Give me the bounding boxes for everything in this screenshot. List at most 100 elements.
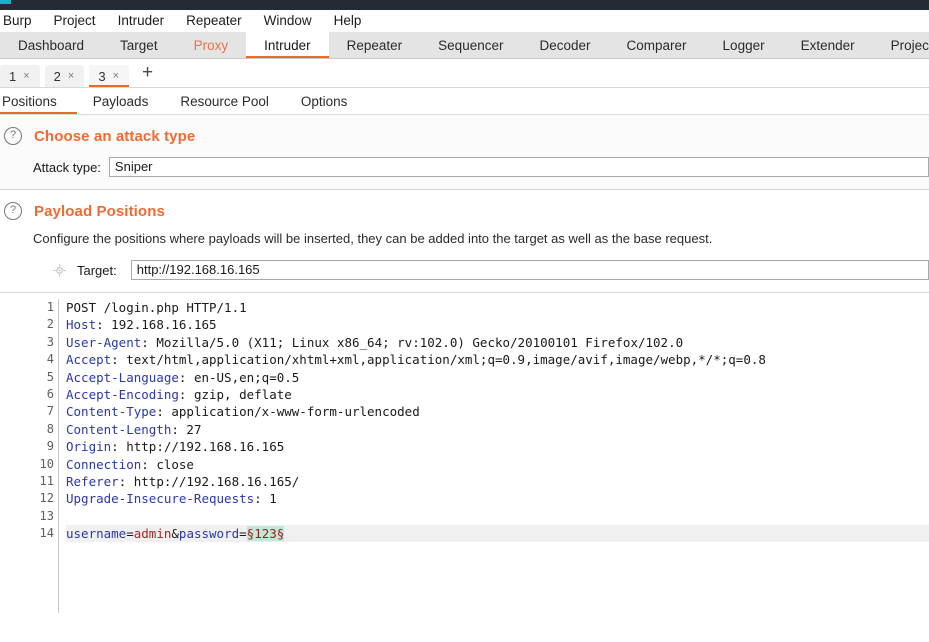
body-param-value: admin — [133, 526, 172, 542]
tab-payloads[interactable]: Payloads — [77, 88, 165, 114]
header-name: User-Agent — [66, 334, 142, 350]
target-label: Target: — [77, 262, 117, 278]
main-tab-comparer[interactable]: Comparer — [609, 32, 705, 58]
header-value: 192.168.16.165 — [103, 317, 217, 333]
header-line: Accept: text/html,application/xhtml+xml,… — [66, 352, 766, 368]
body-param-name: password — [178, 526, 240, 542]
window-titlebar — [0, 0, 929, 10]
header-name: Content-Length — [66, 421, 172, 437]
menu-bar: Burp Project Intruder Repeater Window He… — [0, 10, 929, 32]
titlebar-accent-marker — [0, 0, 11, 4]
attack-tab-2-label: 2 — [53, 68, 61, 84]
line-number: 7 — [46, 404, 54, 419]
main-tab-sequencer[interactable]: Sequencer — [420, 32, 521, 58]
header-value: application/x-www-form-urlencoded — [163, 404, 420, 420]
header-value: close — [148, 456, 194, 472]
main-tab-logger[interactable]: Logger — [705, 32, 783, 58]
header-name: Referer — [66, 473, 119, 489]
close-icon[interactable]: × — [113, 70, 119, 82]
attack-tab-1[interactable]: 1 × — [0, 65, 40, 87]
payload-positions-title: Payload Positions — [34, 202, 165, 220]
line-number: 3 — [46, 334, 54, 349]
payload-position-marker[interactable]: §123§ — [246, 526, 285, 542]
main-tab-project-options[interactable]: Project options — [873, 32, 929, 58]
attack-type-select[interactable] — [108, 157, 929, 177]
tab-positions[interactable]: Positions — [0, 88, 77, 114]
main-tab-proxy[interactable]: Proxy — [176, 32, 247, 58]
line-number: 4 — [46, 352, 54, 367]
payload-positions-panel: ? Payload Positions Configure the positi… — [0, 190, 929, 293]
main-tab-extender[interactable]: Extender — [783, 32, 873, 58]
body-separator: & — [171, 526, 179, 542]
line-number: 9 — [46, 439, 54, 454]
attack-tab-3[interactable]: 3 × — [89, 65, 130, 87]
header-value: 27 — [178, 421, 202, 437]
header-value: http://192.168.16.165 — [118, 439, 285, 455]
crosshair-icon — [53, 263, 66, 277]
payload-positions-description: Configure the positions where payloads w… — [33, 231, 713, 246]
header-value: gzip, deflate — [186, 386, 292, 402]
help-icon[interactable]: ? — [4, 202, 22, 220]
tab-options[interactable]: Options — [285, 88, 364, 114]
close-icon[interactable]: × — [68, 70, 74, 82]
header-value: http://192.168.16.165/ — [126, 473, 300, 489]
header-line: Accept-Encoding: gzip, deflate — [66, 386, 292, 402]
help-icon[interactable]: ? — [4, 127, 22, 145]
body-equals: = — [239, 526, 247, 542]
menu-item-repeater[interactable]: Repeater — [175, 10, 253, 32]
main-tab-decoder[interactable]: Decoder — [521, 32, 608, 58]
line-number: 14 — [39, 526, 54, 541]
menu-item-window[interactable]: Window — [253, 10, 323, 32]
request-body-line[interactable]: username=admin&password=§123§ — [66, 525, 929, 543]
request-editor[interactable]: 1 2 3 4 5 6 7 8 9 10 11 12 13 14 POST /l… — [0, 293, 929, 613]
line-number: 8 — [46, 421, 54, 436]
menu-item-intruder[interactable]: Intruder — [107, 10, 176, 32]
target-input[interactable] — [130, 260, 929, 280]
main-tab-target[interactable]: Target — [102, 32, 176, 58]
line-number: 2 — [46, 317, 54, 332]
menu-item-help[interactable]: Help — [323, 10, 373, 32]
intruder-sub-tab-bar: Positions Payloads Resource Pool Options — [0, 88, 929, 115]
line-number: 1 — [46, 300, 54, 314]
header-name: Accept — [66, 352, 112, 368]
attack-tab-2[interactable]: 2 × — [44, 65, 85, 87]
request-code[interactable]: POST /login.php HTTP/1.1 Host: 192.168.1… — [59, 299, 929, 613]
main-tab-repeater[interactable]: Repeater — [329, 32, 421, 58]
line-number: 11 — [39, 473, 54, 488]
header-name: Accept-Encoding — [66, 386, 179, 402]
main-tab-intruder[interactable]: Intruder — [246, 32, 329, 58]
close-icon[interactable]: × — [23, 70, 29, 82]
header-value: en-US,en;q=0.5 — [186, 369, 300, 385]
header-line: Host: 192.168.16.165 — [66, 317, 217, 333]
attack-type-field-row: Attack type: — [0, 157, 929, 177]
line-number: 10 — [39, 456, 54, 471]
header-value: 1 — [261, 491, 277, 507]
attack-tab-3-label: 3 — [98, 68, 106, 84]
header-name: Accept-Language — [66, 369, 179, 385]
body-equals: = — [126, 526, 134, 542]
menu-item-project[interactable]: Project — [43, 10, 107, 32]
main-tab-bar: Dashboard Target Proxy Intruder Repeater… — [0, 32, 929, 59]
target-field-row: Target: — [0, 260, 929, 280]
attack-tab-1-label: 1 — [9, 68, 17, 84]
line-number: 6 — [46, 386, 54, 401]
header-line: User-Agent: Mozilla/5.0 (X11; Linux x86_… — [66, 334, 684, 350]
header-line: Connection: close — [66, 456, 194, 472]
header-value: text/html,application/xhtml+xml,applicat… — [118, 352, 766, 368]
add-tab-icon[interactable]: + — [134, 63, 161, 84]
header-value: Mozilla/5.0 (X11; Linux x86_64; rv:102.0… — [148, 334, 684, 350]
attack-type-title: Choose an attack type — [34, 127, 196, 145]
tab-resource-pool[interactable]: Resource Pool — [164, 88, 285, 114]
main-tab-dashboard[interactable]: Dashboard — [0, 32, 102, 58]
line-number-gutter: 1 2 3 4 5 6 7 8 9 10 11 12 13 14 — [31, 299, 59, 613]
header-line: Origin: http://192.168.16.165 — [66, 439, 285, 455]
header-line: Accept-Language: en-US,en;q=0.5 — [66, 369, 300, 385]
header-name: Content-Type — [66, 404, 157, 420]
header-name: Origin — [66, 439, 112, 455]
header-line: Content-Type: application/x-www-form-url… — [66, 404, 420, 420]
request-line: POST /login.php HTTP/1.1 — [66, 300, 247, 315]
header-line: Upgrade-Insecure-Requests: 1 — [66, 491, 277, 507]
header-name: Connection — [66, 456, 142, 472]
menu-item-burp[interactable]: Burp — [0, 10, 43, 32]
